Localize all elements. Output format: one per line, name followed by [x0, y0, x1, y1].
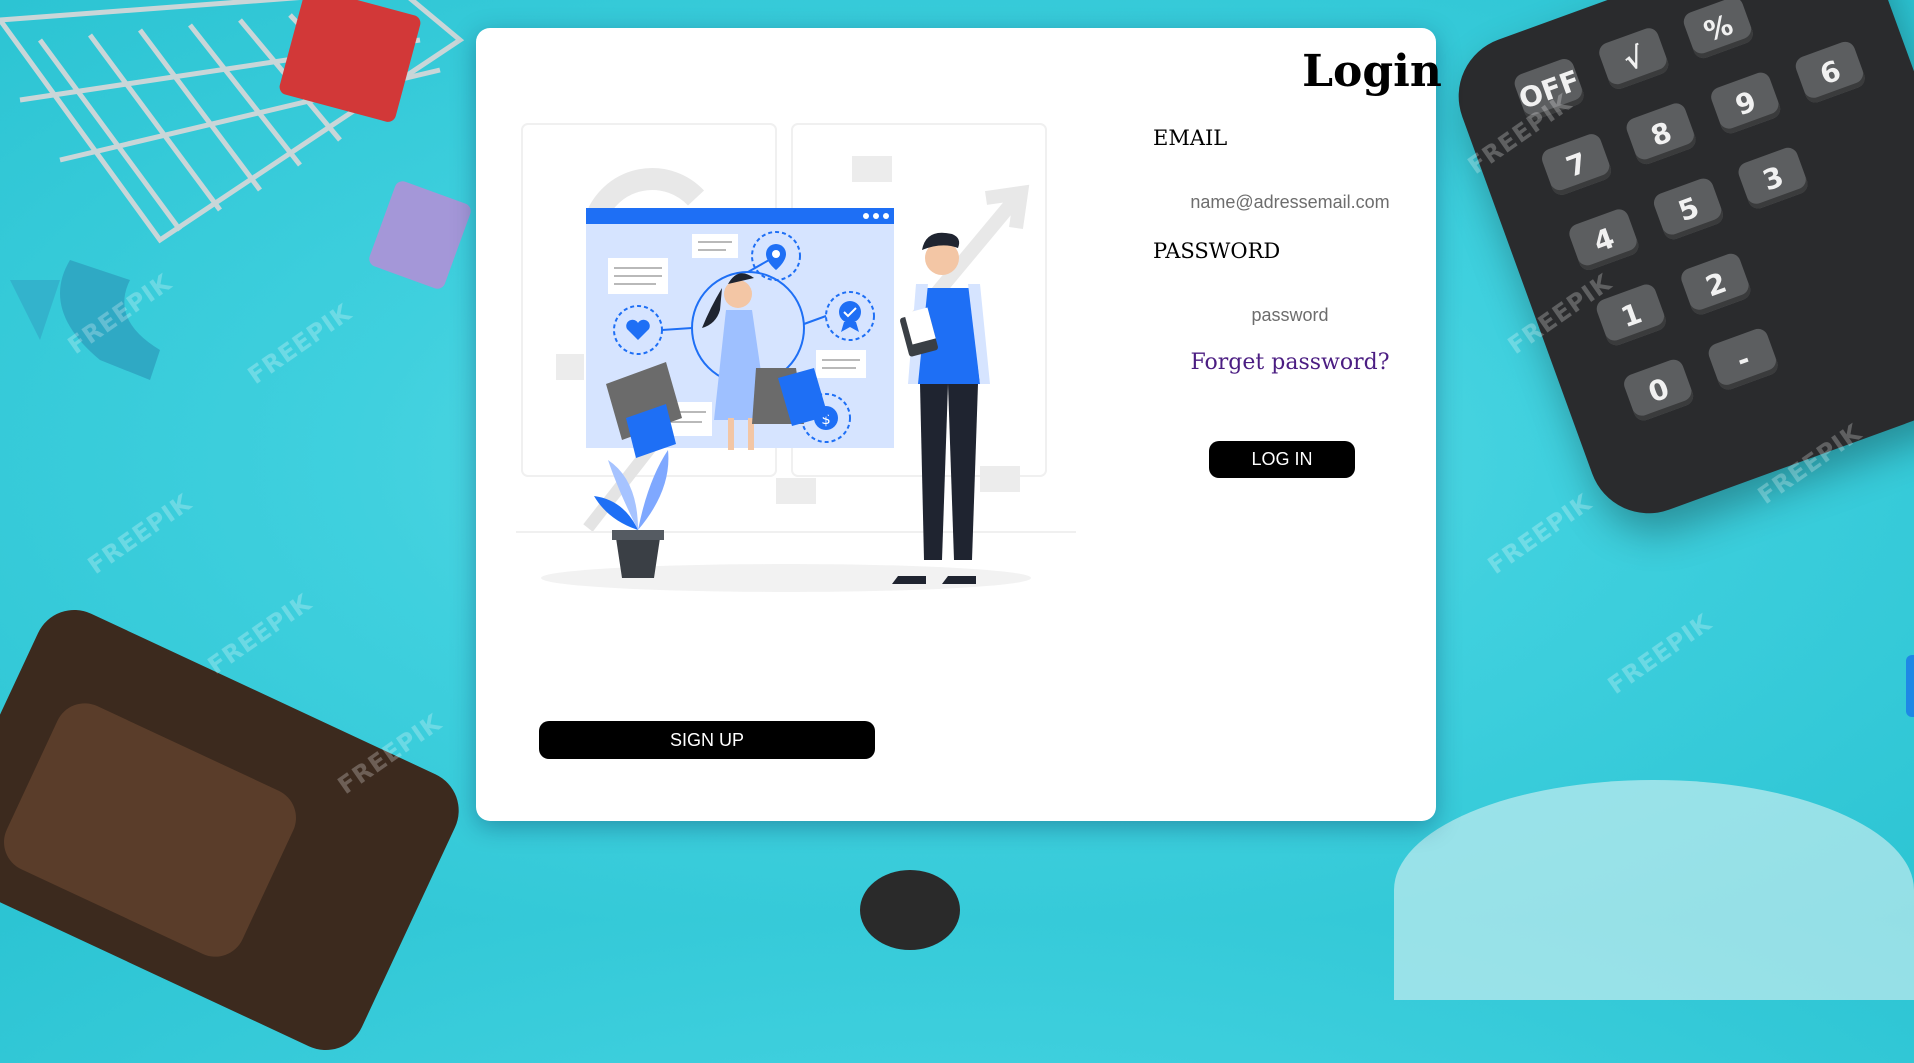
email-field[interactable] [1153, 183, 1427, 221]
badge-check-icon [839, 301, 861, 323]
watermark: FREEPIK [1602, 608, 1717, 700]
calculator-key: 2 [1678, 250, 1754, 318]
email-label: EMAIL [1153, 126, 1228, 150]
calculator-key: 4 [1566, 206, 1642, 273]
side-tab-handle[interactable] [1906, 655, 1914, 717]
shopping-illustration: $ [516, 123, 1076, 592]
watermark: FREEPIK [1482, 488, 1597, 580]
password-label: PASSWORD [1153, 239, 1281, 263]
login-button[interactable]: LOG IN [1209, 441, 1355, 478]
calculator-key: 9 [1708, 69, 1784, 137]
calculator-key: 0 [1621, 356, 1696, 424]
calculator-key: % [1680, 0, 1756, 61]
calculator-key: √ [1596, 25, 1672, 92]
watermark: FREEPIK [202, 588, 317, 680]
watermark: FREEPIK [82, 488, 197, 580]
signup-button[interactable]: SIGN UP [539, 721, 875, 759]
password-field[interactable] [1153, 296, 1427, 334]
calculator-key: - [1705, 326, 1781, 393]
forgot-password-link[interactable]: Forget password? [1170, 350, 1410, 375]
calculator-key: 5 [1651, 175, 1726, 243]
piggy-image [860, 870, 960, 950]
coin-jar-image [1394, 780, 1914, 1000]
login-card: $ Login EMAIL PASSWORD Forget password? [476, 28, 1442, 821]
calculator-key: 8 [1623, 100, 1699, 167]
calculator-key: 3 [1735, 144, 1811, 212]
page-title: Login [1302, 46, 1442, 97]
calculator-key: 7 [1539, 131, 1614, 198]
calculator-key: 6 [1792, 39, 1868, 106]
